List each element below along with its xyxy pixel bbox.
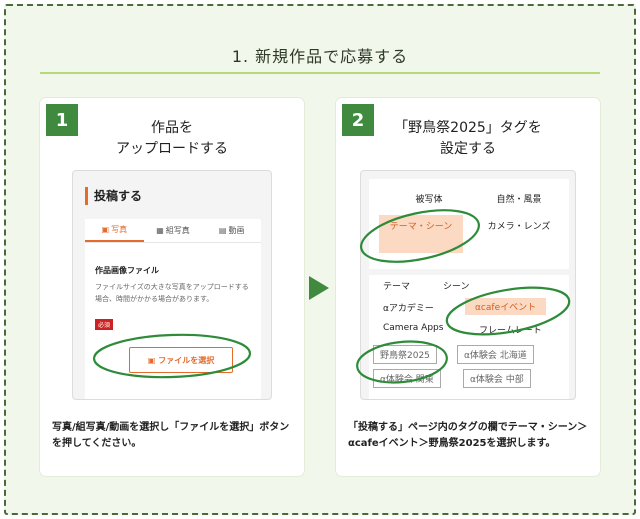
heading-divider bbox=[40, 72, 600, 74]
tab-video[interactable]: ▤ 動画 bbox=[202, 219, 261, 242]
photo-icon: ▣ bbox=[101, 225, 110, 234]
upload-panel: ▣ 写真 ▦ 組写真 ▤ 動画 作品画像ファイル ファイルサイズの大きな写真をア… bbox=[85, 219, 261, 399]
file-field-label: 作品画像ファイル bbox=[95, 266, 159, 275]
tag-academy[interactable]: αアカデミー bbox=[383, 301, 434, 314]
grid-icon: ▦ bbox=[156, 226, 164, 235]
step1-card: 1 作品を アップロードする 投稿する ▣ 写真 ▦ 組写真 ▤ 動画 作品画像… bbox=[40, 98, 304, 476]
tag-list-panel: テーマ シーン αアカデミー αcafeイベント Camera Apps フレー… bbox=[369, 275, 569, 399]
choose-file-label: ファイルを選択 bbox=[158, 355, 215, 365]
tag-theme[interactable]: テーマ bbox=[383, 279, 410, 292]
next-step-arrow-icon bbox=[309, 276, 329, 300]
category-subject[interactable]: 被写体 bbox=[399, 193, 459, 207]
tag-frame-rate[interactable]: フレームレート bbox=[479, 323, 542, 336]
upload-screen-mock: 投稿する ▣ 写真 ▦ 組写真 ▤ 動画 作品画像ファイル ファイルサイズの大き… bbox=[72, 170, 272, 400]
category-nature[interactable]: 自然・風景 bbox=[479, 193, 559, 207]
tag-camera-apps[interactable]: Camera Apps bbox=[383, 323, 443, 333]
tag-cafe-event[interactable]: αcafeイベント bbox=[465, 298, 547, 315]
section-heading: 1. 新規作品で応募する bbox=[231, 47, 409, 66]
tab-video-label: 動画 bbox=[228, 226, 245, 235]
image-icon: ▣ bbox=[147, 355, 156, 365]
file-size-note: ファイルサイズの大きな写真をアップロードする場合、時間がかかる場合があります。 bbox=[95, 283, 249, 303]
required-badge: 必須 bbox=[95, 319, 114, 330]
tag-screen-mock: 被写体 自然・風景 テーマ・シーン カメラ・レンズ テーマ シーン αアカデミー… bbox=[360, 170, 576, 400]
tag-experience-kanto[interactable]: α体験会 関東 bbox=[373, 369, 441, 388]
tag-category-panel: 被写体 自然・風景 テーマ・シーン カメラ・レンズ bbox=[369, 179, 569, 269]
tab-photo-set[interactable]: ▦ 組写真 bbox=[144, 219, 203, 242]
step2-title: 「野鳥祭2025」タグを 設定する bbox=[394, 120, 542, 157]
film-icon: ▤ bbox=[218, 226, 227, 235]
step2-card: 2 「野鳥祭2025」タグを 設定する 被写体 自然・風景 テーマ・シーン カメ… bbox=[336, 98, 600, 476]
step1-title: 作品を アップロードする bbox=[116, 120, 228, 157]
tag-experience-hokkaido[interactable]: α体験会 北海道 bbox=[457, 345, 534, 364]
tab-photo[interactable]: ▣ 写真 bbox=[85, 219, 144, 242]
tab-photo-set-label: 組写真 bbox=[165, 226, 190, 235]
category-theme-scene[interactable]: テーマ・シーン bbox=[379, 215, 463, 253]
tag-scene[interactable]: シーン bbox=[443, 279, 470, 292]
step1-description: 写真/組写真/動画を選択し「ファイルを選択」ボタンを押してください。 bbox=[52, 422, 290, 449]
tag-experience-chubu[interactable]: α体験会 中部 bbox=[463, 369, 531, 388]
tab-photo-label: 写真 bbox=[111, 225, 128, 234]
tag-yachou-2025[interactable]: 野鳥祭2025 bbox=[373, 345, 437, 364]
step2-description: 「投稿する」ページ内のタグの欄でテーマ・シーン＞αcafeイベント＞野鳥祭202… bbox=[348, 422, 588, 449]
category-camera-lens[interactable]: カメラ・レンズ bbox=[479, 220, 559, 234]
post-header: 投稿する bbox=[85, 187, 142, 205]
choose-file-button[interactable]: ▣ ファイルを選択 bbox=[129, 347, 233, 373]
media-tabs: ▣ 写真 ▦ 組写真 ▤ 動画 bbox=[85, 219, 261, 243]
